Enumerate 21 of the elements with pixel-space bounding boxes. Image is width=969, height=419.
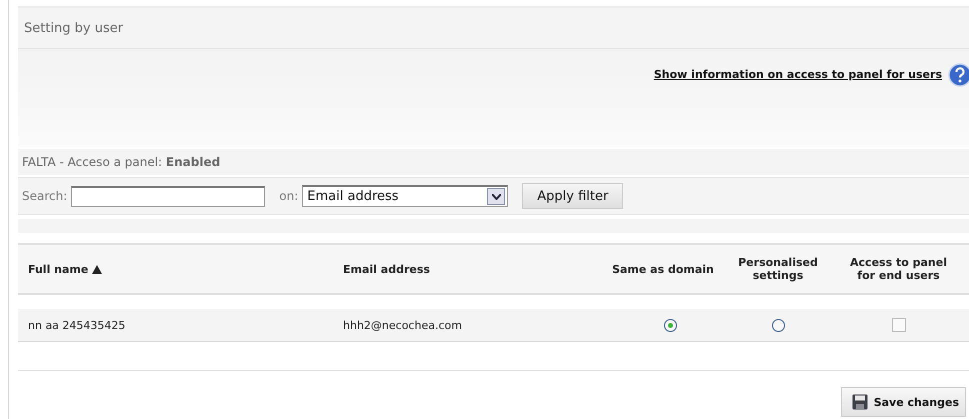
radio-button[interactable] [772, 318, 784, 332]
column-header[interactable]: Same as domain [612, 262, 714, 276]
table-cell: nn aa 245435425 [28, 318, 126, 332]
status-text: FALTA - Acceso a panel: Enabled [22, 155, 220, 169]
info-link[interactable]: Show information on access to panel for users [654, 68, 942, 81]
radio-button[interactable] [664, 318, 676, 332]
on-label: on: [279, 189, 298, 203]
checkbox[interactable] [892, 318, 906, 332]
column-header[interactable]: Full name [28, 262, 88, 276]
section-title: Setting by user [24, 20, 124, 36]
table-cell: hhh2@necochea.com [343, 318, 462, 332]
save-changes-button[interactable]: Save changes [840, 387, 966, 417]
column-header[interactable]: Email address [343, 262, 430, 276]
search-field[interactable] [71, 186, 266, 206]
column-header[interactable]: Access to panel for end users [848, 256, 948, 282]
help-icon[interactable] [948, 63, 969, 87]
apply-filter-button[interactable]: Apply filter [522, 183, 624, 209]
sort-up-icon[interactable] [92, 264, 102, 274]
field-dropdown[interactable]: Email address [302, 185, 508, 207]
search-label: Search: [22, 189, 68, 203]
column-header[interactable]: Personalised settings [728, 256, 828, 282]
